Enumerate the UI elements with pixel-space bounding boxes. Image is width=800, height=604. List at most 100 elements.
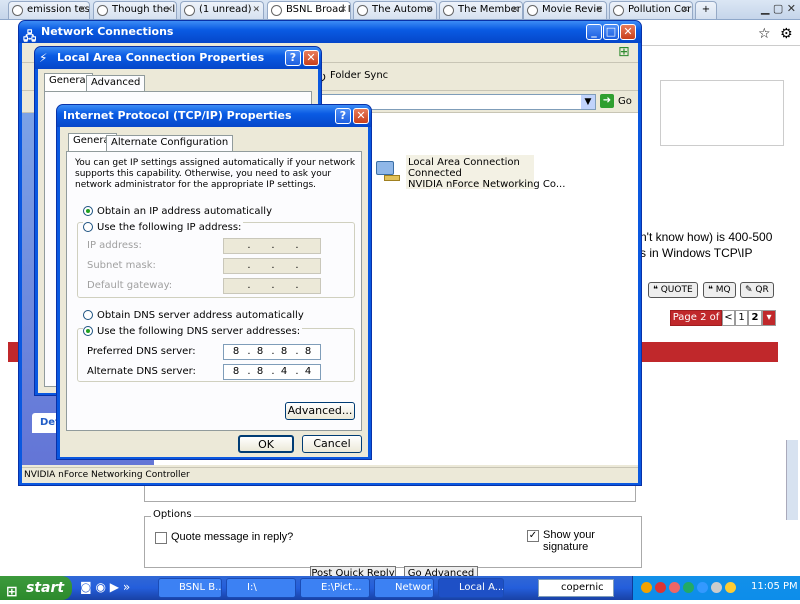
close-icon[interactable]: ✕ [511, 2, 519, 18]
favicon-icon [613, 5, 624, 16]
tab-alternate-configuration[interactable]: Alternate Configuration [106, 135, 234, 151]
favicon-icon [184, 5, 195, 16]
desktop-icon[interactable]: ◙ [80, 580, 92, 594]
obtain-ip-auto-radio[interactable]: Obtain an IP address automatically [83, 206, 272, 217]
tab-advanced[interactable]: Advanced [86, 75, 146, 91]
tray-icon[interactable] [725, 582, 736, 593]
alternate-dns-label: Alternate DNS server: [87, 366, 196, 377]
taskbar-button-bsnl[interactable]: BSNL B... [158, 578, 222, 598]
ip-separator: . [271, 260, 275, 271]
ip-separator: . [295, 346, 299, 357]
tcpip-title: Internet Protocol (TCP/IP) Properties [57, 105, 371, 127]
tray-icon[interactable] [683, 582, 694, 593]
browser-tab-movie[interactable]: Movie Revie ✕ [523, 1, 607, 19]
obtain-dns-auto-radio[interactable]: Obtain DNS server address automatically [83, 310, 304, 321]
new-tab-button[interactable]: + [695, 1, 717, 19]
quote-button[interactable]: ❝ QUOTE [648, 282, 698, 298]
browser-icon[interactable]: ◉ [95, 580, 105, 594]
taskbar-button-i-drive[interactable]: I:\ [226, 578, 296, 598]
post-text-line-2: s in Windows TCP\IP [640, 246, 753, 260]
lan-connection-adapter: NVIDIA nForce Networking Co... [408, 179, 566, 190]
copernic-search-box[interactable]: copernic [538, 579, 614, 597]
ip-separator: . [271, 346, 275, 357]
lan-connection-icon[interactable] [374, 157, 402, 185]
media-icon[interactable]: ▶ [110, 580, 119, 594]
tray-icon[interactable] [655, 582, 666, 593]
multi-quote-button[interactable]: ❝ MQ [703, 282, 736, 298]
browser-tab-though[interactable]: Though the l ✕ [93, 1, 177, 19]
default-gateway-input[interactable]: ... [223, 278, 321, 294]
preferred-dns-input[interactable]: 8 8 8 8 ... [223, 344, 321, 360]
tcpip-properties-dialog: Internet Protocol (TCP/IP) Properties ? … [56, 104, 372, 460]
ip-separator: . [247, 260, 251, 271]
post-text-line-1: n't know how) is 400-500 [640, 230, 773, 244]
ip-separator: . [247, 240, 251, 251]
ok-button[interactable]: OK [238, 435, 294, 453]
browser-tab-bsnl[interactable]: BSNL Broad I ✕ [267, 1, 351, 19]
page-1-link[interactable]: 1 [735, 310, 748, 326]
close-icon[interactable]: ✕ [78, 2, 86, 18]
browser-tab-automo[interactable]: The Automo ✕ [353, 1, 437, 19]
help-button[interactable]: ? [285, 50, 301, 66]
default-gateway-label: Default gateway: [87, 280, 173, 291]
close-icon[interactable]: ✕ [425, 2, 433, 18]
network-connections-title: 🖧 Network Connections [19, 21, 641, 43]
taskbar-button-pictures[interactable]: E:\Pict... [300, 578, 370, 598]
page-scrollbar[interactable] [786, 440, 798, 520]
status-bar: NVIDIA nForce Networking Controller [22, 467, 638, 483]
radio-selected-icon [83, 326, 93, 336]
use-following-ip-radio[interactable]: Use the following IP address: [83, 222, 244, 233]
close-button[interactable]: ✕ [620, 24, 636, 40]
subnet-mask-input[interactable]: ... [223, 258, 321, 274]
system-tray: 11:05 PM [632, 576, 800, 600]
tray-icon[interactable] [697, 582, 708, 593]
chevron-right-icon[interactable]: » [123, 580, 130, 594]
use-following-dns-radio[interactable]: Use the following DNS server addresses: [83, 326, 303, 337]
close-icon[interactable]: ✕ [165, 2, 173, 18]
pager-dropdown-icon[interactable]: ▾ [762, 310, 776, 326]
checkbox-icon [155, 532, 167, 544]
network-icon: 🖧 [23, 29, 37, 43]
close-icon[interactable]: ✕ [252, 2, 260, 18]
options-fieldset: Options Quote message in reply? ✓ Show y… [144, 509, 642, 568]
minimize-button[interactable]: _ [586, 24, 602, 40]
browser-tab-unread[interactable]: (1 unread) - ✕ [180, 1, 264, 19]
prev-page-link[interactable]: < [722, 310, 735, 326]
quick-reply-button[interactable]: ✎ QR [740, 282, 774, 298]
wrench-icon[interactable]: ⚙ [780, 26, 793, 42]
quote-message-label: Quote message in reply? [171, 531, 294, 543]
radio-selected-icon [83, 206, 93, 216]
start-button[interactable]: ⊞ start [0, 576, 72, 600]
close-icon[interactable]: ✕ [595, 2, 603, 18]
tray-icon[interactable] [641, 582, 652, 593]
close-icon[interactable]: ✕ [339, 2, 347, 18]
cancel-button[interactable]: Cancel [302, 435, 362, 453]
star-icon[interactable]: ☆ [758, 26, 771, 42]
close-button[interactable]: ✕ [303, 50, 319, 66]
folder-sync-button[interactable]: Folder Sync [330, 70, 388, 81]
help-button[interactable]: ? [335, 108, 351, 124]
tray-icon[interactable] [669, 582, 680, 593]
maximize-button[interactable]: □ [603, 24, 619, 40]
chevron-down-icon[interactable]: ▼ [581, 95, 595, 109]
ip-address-input[interactable]: ... [223, 238, 321, 254]
lan-connection-status: Connected [408, 168, 462, 179]
browser-tab-emission[interactable]: emission test ✕ [8, 1, 90, 19]
taskbar-button-network[interactable]: Networ... [374, 578, 434, 598]
advanced-button[interactable]: Advanced... [285, 402, 355, 420]
go-arrow-icon[interactable]: ➜ [600, 94, 614, 108]
quote-message-checkbox[interactable] [155, 531, 167, 544]
forum-side-panel [660, 80, 784, 146]
options-legend: Options [151, 509, 194, 520]
go-button[interactable]: Go [618, 96, 632, 107]
volume-icon[interactable] [711, 582, 722, 593]
browser-tab-member[interactable]: The Member ✕ [439, 1, 523, 19]
browser-tab-pollution[interactable]: Pollution Cor ✕ [609, 1, 693, 19]
browser-window-controls[interactable]: ▁ ▢ ✕ [736, 2, 796, 18]
lan-connection-item[interactable]: Local Area Connection Connected NVIDIA n… [406, 155, 565, 190]
alternate-dns-input[interactable]: 8 8 4 4 ... [223, 364, 321, 380]
close-button[interactable]: ✕ [353, 108, 369, 124]
close-icon[interactable]: ✕ [681, 2, 689, 18]
taskbar-button-local-area[interactable]: Local A... [438, 578, 504, 598]
show-signature-checkbox[interactable]: ✓ [527, 529, 539, 542]
